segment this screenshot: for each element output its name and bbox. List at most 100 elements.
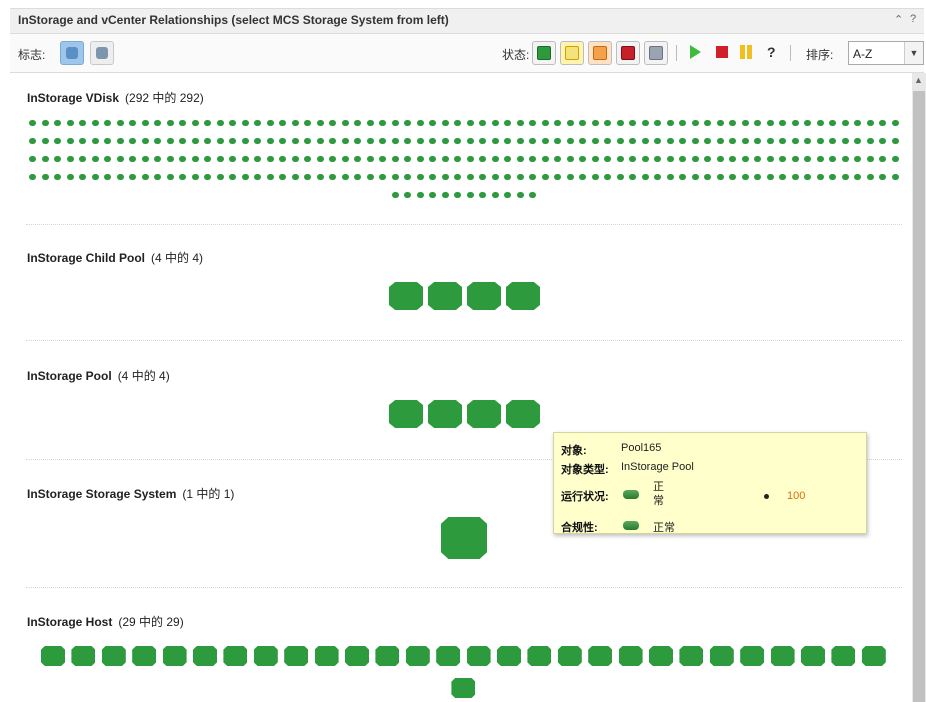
host-node[interactable]	[345, 646, 369, 666]
host-node[interactable]	[193, 646, 217, 666]
vdisk-node[interactable]	[216, 156, 224, 162]
vdisk-node[interactable]	[516, 138, 524, 144]
vdisk-node[interactable]	[779, 156, 786, 162]
vdisk-node[interactable]	[591, 174, 599, 180]
vdisk-node[interactable]	[479, 138, 486, 144]
vdisk-node[interactable]	[629, 156, 636, 162]
host-node[interactable]	[405, 646, 430, 666]
host-node[interactable]	[709, 646, 734, 666]
vdisk-node[interactable]	[204, 174, 211, 180]
vdisk-node[interactable]	[466, 138, 474, 144]
vdisk-node[interactable]	[66, 174, 74, 180]
status-filter-unknown[interactable]	[644, 41, 668, 65]
vdisk-node[interactable]	[441, 192, 449, 198]
vdisk-node[interactable]	[279, 138, 286, 144]
vdisk-node[interactable]	[366, 138, 374, 144]
vdisk-node[interactable]	[254, 156, 261, 162]
vdisk-node[interactable]	[529, 174, 536, 180]
vdisk-node[interactable]	[241, 120, 249, 126]
scrollbar-thumb[interactable]	[913, 91, 925, 702]
vdisk-node[interactable]	[54, 174, 61, 180]
vdisk-node[interactable]	[591, 156, 599, 162]
vdisk-node[interactable]	[866, 156, 874, 162]
vdisk-node[interactable]	[216, 138, 224, 144]
vdisk-node[interactable]	[516, 120, 524, 126]
vdisk-node[interactable]	[241, 138, 249, 144]
vdisk-node[interactable]	[291, 174, 299, 180]
vdisk-node[interactable]	[216, 120, 224, 126]
vdisk-node[interactable]	[791, 156, 799, 162]
vdisk-node[interactable]	[804, 174, 811, 180]
vdisk-node[interactable]	[329, 138, 336, 144]
pool-node[interactable]	[389, 400, 423, 428]
host-node[interactable]	[649, 646, 673, 666]
vdisk-node[interactable]	[829, 138, 836, 144]
vdisk-node[interactable]	[179, 138, 186, 144]
vdisk-node[interactable]	[554, 138, 561, 144]
vdisk-node[interactable]	[204, 156, 211, 162]
vdisk-node[interactable]	[666, 174, 674, 180]
vdisk-node[interactable]	[616, 156, 624, 162]
host-node[interactable]	[253, 646, 278, 666]
vdisk-node[interactable]	[716, 156, 724, 162]
vdisk-node[interactable]	[654, 138, 661, 144]
host-node[interactable]	[861, 646, 886, 666]
vdisk-node[interactable]	[466, 192, 474, 198]
vdisk-node[interactable]	[179, 120, 186, 126]
vdisk-node[interactable]	[779, 138, 786, 144]
vdisk-node[interactable]	[754, 174, 761, 180]
host-node[interactable]	[162, 646, 187, 666]
vdisk-node[interactable]	[854, 120, 861, 126]
vdisk-node[interactable]	[779, 120, 786, 126]
vdisk-node[interactable]	[804, 156, 811, 162]
vdisk-node[interactable]	[654, 120, 661, 126]
vdisk-node[interactable]	[529, 192, 536, 198]
vdisk-node[interactable]	[254, 120, 261, 126]
vdisk-node[interactable]	[166, 120, 174, 126]
vdisk-node[interactable]	[529, 120, 536, 126]
help-button[interactable]: ?	[767, 44, 776, 60]
vdisk-node[interactable]	[304, 174, 311, 180]
vdisk-node[interactable]	[229, 120, 236, 126]
vdisk-node[interactable]	[529, 138, 536, 144]
vdisk-node[interactable]	[754, 120, 761, 126]
vdisk-node[interactable]	[304, 120, 311, 126]
vdisk-node[interactable]	[541, 174, 549, 180]
host-node[interactable]	[132, 646, 157, 666]
vdisk-node[interactable]	[104, 174, 111, 180]
child-pool-node[interactable]	[467, 282, 501, 310]
vdisk-node[interactable]	[29, 156, 36, 162]
vdisk-node[interactable]	[891, 138, 899, 144]
child-pool-node[interactable]	[389, 282, 423, 310]
vdisk-node[interactable]	[841, 120, 849, 126]
vdisk-node[interactable]	[254, 174, 261, 180]
vdisk-node[interactable]	[416, 192, 424, 198]
host-node[interactable]	[588, 646, 613, 666]
host-node[interactable]	[831, 646, 856, 666]
vdisk-node[interactable]	[866, 138, 874, 144]
vdisk-node[interactable]	[54, 138, 61, 144]
vdisk-node[interactable]	[654, 156, 661, 162]
host-node[interactable]	[314, 646, 339, 666]
status-filter-minor[interactable]	[588, 41, 612, 65]
vdisk-node[interactable]	[79, 174, 86, 180]
vdisk-node[interactable]	[766, 174, 774, 180]
host-node[interactable]	[740, 646, 765, 666]
vdisk-node[interactable]	[891, 156, 899, 162]
vdisk-node[interactable]	[504, 138, 511, 144]
vdisk-node[interactable]	[591, 120, 599, 126]
vdisk-node[interactable]	[404, 138, 411, 144]
vdisk-node[interactable]	[866, 120, 874, 126]
vdisk-node[interactable]	[691, 156, 699, 162]
vdisk-node[interactable]	[454, 174, 461, 180]
vdisk-node[interactable]	[716, 120, 724, 126]
host-node[interactable]	[557, 646, 582, 666]
vdisk-node[interactable]	[516, 156, 524, 162]
vdisk-node[interactable]	[716, 138, 724, 144]
vdisk-node[interactable]	[166, 174, 174, 180]
vdisk-node[interactable]	[66, 120, 74, 126]
vdisk-node[interactable]	[479, 120, 486, 126]
vdisk-node[interactable]	[116, 138, 124, 144]
vdisk-node[interactable]	[829, 174, 836, 180]
vdisk-node[interactable]	[154, 174, 161, 180]
